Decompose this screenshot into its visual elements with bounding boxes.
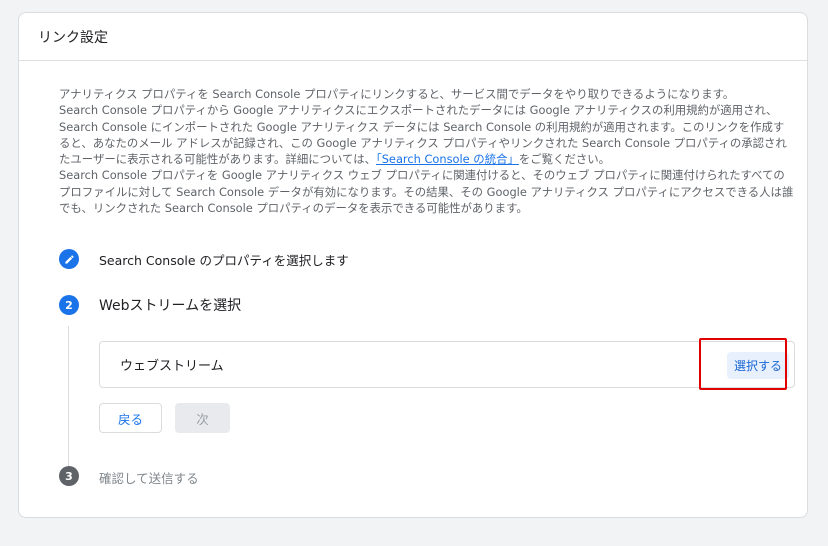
highlight-box <box>699 338 787 390</box>
page-title: リンク設定 <box>38 29 108 46</box>
step2-number: 2 <box>59 295 79 315</box>
pencil-icon <box>64 254 74 264</box>
description-para2: Search Console プロパティから Google アナリティクスにエク… <box>59 102 794 167</box>
step1-label[interactable]: Search Console のプロパティを選択します <box>99 250 349 269</box>
step3-number: 3 <box>59 466 79 486</box>
step1-done-icon <box>59 249 79 269</box>
back-button[interactable]: 戻る <box>99 403 162 433</box>
web-stream-row: ウェブストリーム 選択する <box>99 341 795 388</box>
description-line1: アナリティクス プロパティを Search Console プロパティにリンクす… <box>59 87 735 101</box>
next-button[interactable]: 次 <box>175 403 230 433</box>
link-settings-card: リンク設定 アナリティクス プロパティを Search Console プロパテ… <box>18 12 808 518</box>
step-connector <box>68 326 69 468</box>
description-para3: Search Console プロパティを Google アナリティクス ウェブ… <box>59 168 794 216</box>
description-para2-tail: をご覧ください。 <box>518 152 611 167</box>
description: アナリティクス プロパティを Search Console プロパティにリンクす… <box>59 86 794 216</box>
step3-label: 確認して送信する <box>99 471 199 486</box>
step2-label: Webストリームを選択 <box>99 298 242 314</box>
search-console-integration-link[interactable]: 「Search Console の統合」 <box>376 152 519 166</box>
web-stream-label: ウェブストリーム <box>120 359 224 374</box>
card-header: リンク設定 <box>19 13 807 61</box>
